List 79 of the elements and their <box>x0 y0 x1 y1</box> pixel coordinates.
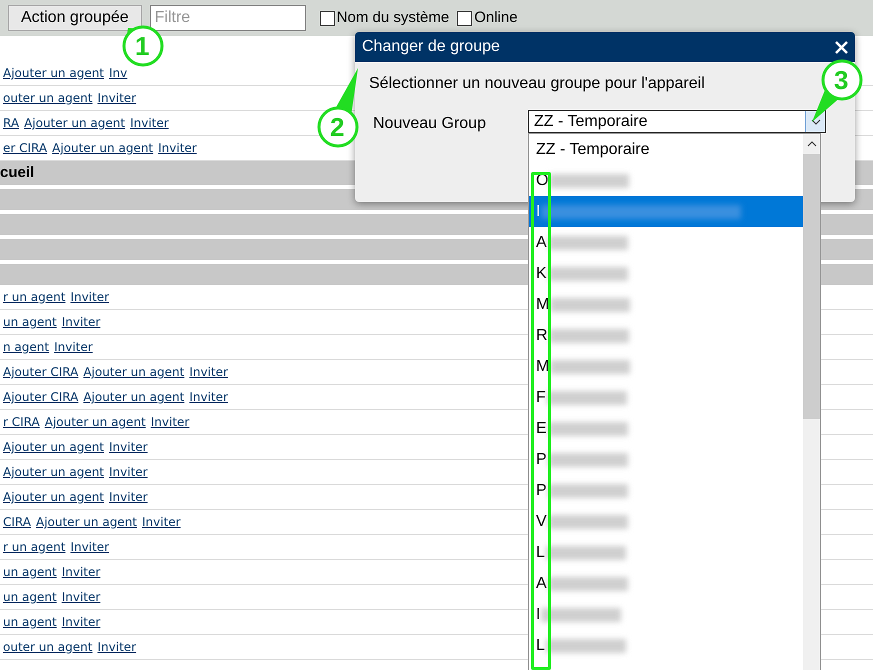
action-link[interactable]: Inviter <box>130 114 169 132</box>
action-link[interactable]: Ajouter un agent <box>83 363 184 381</box>
action-link[interactable]: er CIRA <box>3 139 48 157</box>
checkbox[interactable] <box>320 10 335 26</box>
dropdown-option[interactable]: P <box>529 475 803 506</box>
action-link[interactable]: un agent <box>3 588 57 606</box>
scrollbar[interactable] <box>803 134 820 670</box>
action-link[interactable]: Inviter <box>109 463 148 481</box>
dropdown-option[interactable]: M <box>529 351 803 382</box>
action-link[interactable]: Ajouter un agent <box>24 114 126 132</box>
dropdown-option[interactable]: F <box>529 382 803 413</box>
bulk-action-button[interactable]: Action groupée <box>8 5 142 31</box>
callout-marker-icon <box>316 66 360 149</box>
callout-number: 2 <box>330 114 344 140</box>
action-link[interactable]: un agent <box>3 563 57 581</box>
action-link[interactable]: Inviter <box>189 388 228 406</box>
action-link[interactable]: Inv <box>109 64 128 82</box>
field-label: Nouveau Group <box>373 114 487 134</box>
action-link[interactable]: outer un agent <box>3 638 92 656</box>
chevron-down-icon <box>810 118 820 124</box>
dropdown-option[interactable]: L <box>529 630 803 661</box>
callout-marker-icon <box>810 58 864 124</box>
action-link[interactable]: Ajouter CIRA <box>3 363 78 381</box>
callout-number: 1 <box>135 33 150 59</box>
action-link[interactable]: Inviter <box>109 488 148 506</box>
dropdown-option[interactable]: M <box>529 289 803 320</box>
dropdown-option[interactable]: I <box>529 196 803 227</box>
action-link[interactable]: Inviter <box>158 139 197 157</box>
action-link[interactable]: Inviter <box>97 89 136 107</box>
action-link[interactable]: Inviter <box>70 538 110 556</box>
action-link[interactable]: Inviter <box>62 563 100 581</box>
action-link[interactable]: outer un agent <box>3 89 92 107</box>
action-link[interactable]: Inviter <box>70 288 110 306</box>
action-link[interactable]: Ajouter un agent <box>52 139 154 157</box>
action-link[interactable]: Inviter <box>109 438 148 456</box>
dropdown-option[interactable]: R <box>529 320 803 351</box>
action-link[interactable]: Inviter <box>97 638 136 656</box>
action-link[interactable]: Inviter <box>189 363 228 381</box>
action-link[interactable]: Inviter <box>62 588 100 606</box>
action-link[interactable]: Ajouter un agent <box>44 413 146 431</box>
action-link[interactable]: Ajouter un agent <box>3 463 104 481</box>
action-link[interactable]: n agent <box>3 338 50 356</box>
close-icon[interactable] <box>835 40 848 54</box>
action-link[interactable]: r un agent <box>3 288 66 306</box>
action-link[interactable]: Inviter <box>150 413 190 431</box>
action-link[interactable]: un agent <box>3 613 57 631</box>
action-link[interactable]: Ajouter CIRA <box>3 388 78 406</box>
dialog-title: Changer de groupe <box>362 37 500 57</box>
dropdown-option[interactable]: L <box>529 537 803 568</box>
checkbox-label: Online <box>474 8 518 28</box>
dropdown-option[interactable]: A <box>529 568 803 599</box>
action-link[interactable]: Inviter <box>62 613 100 631</box>
action-link[interactable]: Ajouter un agent <box>3 438 104 456</box>
callout-number: 3 <box>834 67 848 93</box>
action-link[interactable]: un agent <box>3 313 57 331</box>
action-link[interactable]: Inviter <box>142 513 181 531</box>
callout-marker-icon <box>121 24 165 68</box>
action-link[interactable]: Ajouter un agent <box>36 513 137 531</box>
dialog-message: Sélectionner un nouveau groupe pour l'appareil <box>369 74 705 94</box>
action-link[interactable]: r CIRA <box>3 413 40 431</box>
checkbox[interactable] <box>457 10 472 26</box>
dropdown-option[interactable]: E <box>529 413 803 444</box>
dropdown-option[interactable]: V <box>529 506 803 537</box>
action-link[interactable]: RA <box>3 114 20 132</box>
dropdown-option[interactable]: K <box>529 258 803 289</box>
action-link[interactable]: r un agent <box>3 538 66 556</box>
checkbox-label: Nom du système <box>336 8 450 28</box>
filter-field[interactable]: Filtre <box>150 5 306 31</box>
dropdown-option[interactable]: P <box>529 444 803 475</box>
action-link[interactable]: Inviter <box>54 338 93 356</box>
action-link[interactable]: Ajouter un agent <box>3 64 104 82</box>
action-link[interactable]: CIRA <box>3 513 31 531</box>
action-link[interactable]: Ajouter un agent <box>83 388 184 406</box>
group-select[interactable]: ZZ - Temporaire <box>528 110 826 133</box>
dropdown-option[interactable]: A <box>529 227 803 258</box>
action-link[interactable]: Inviter <box>62 313 100 331</box>
action-link[interactable]: Ajouter un agent <box>3 488 104 506</box>
scroll-thumb[interactable] <box>803 154 820 419</box>
dropdown-option[interactable]: I <box>529 599 803 630</box>
